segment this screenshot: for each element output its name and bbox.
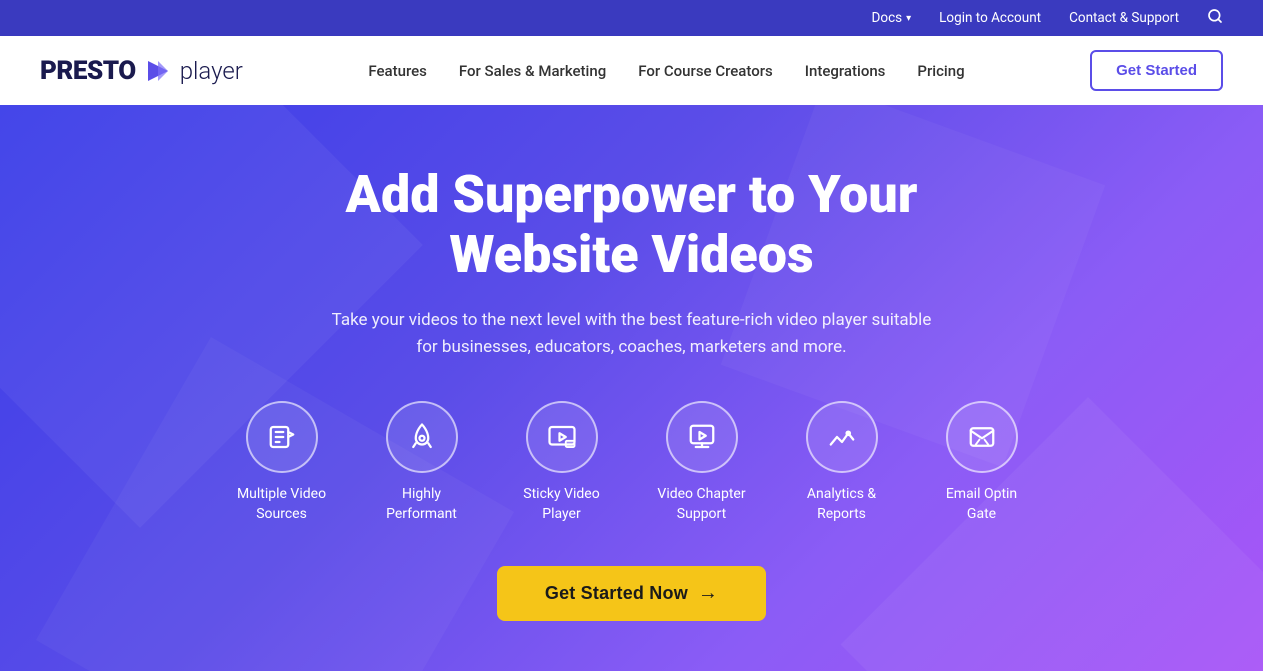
features-row: Multiple VideoSources HighlyPerformant — [212, 401, 1052, 524]
feature-chapter: Video ChapterSupport — [632, 401, 772, 524]
chapter-icon — [687, 422, 717, 452]
nav-item-course[interactable]: For Course Creators — [638, 61, 773, 80]
logo-player-text: player — [180, 57, 243, 85]
nav-features-link[interactable]: Features — [368, 62, 426, 80]
video-sources-icon-circle — [246, 401, 318, 473]
nav-pricing-link[interactable]: Pricing — [917, 62, 964, 80]
cta-arrow-icon: → — [698, 582, 718, 605]
feature-performant: HighlyPerformant — [352, 401, 492, 524]
nav-item-pricing[interactable]: Pricing — [917, 61, 964, 80]
video-sources-icon — [267, 422, 297, 452]
hero-title: Add Superpower to Your Website Videos — [212, 165, 1052, 285]
analytics-icon-circle — [806, 401, 878, 473]
sticky-icon — [547, 422, 577, 452]
get-started-button[interactable]: Get Started — [1090, 50, 1223, 91]
nav-links: Features For Sales & Marketing For Cours… — [368, 61, 964, 80]
hero-title-line1: Add Superpower to Your — [346, 164, 918, 225]
nav-item-sales[interactable]: For Sales & Marketing — [459, 61, 606, 80]
sticky-icon-circle — [526, 401, 598, 473]
chevron-down-icon: ▾ — [906, 13, 911, 24]
analytics-icon — [827, 422, 857, 452]
logo[interactable]: PRESTO player — [40, 56, 243, 86]
email-label: Email OptinGate — [946, 485, 1017, 524]
email-icon-circle — [946, 401, 1018, 473]
feature-analytics: Analytics &Reports — [772, 401, 912, 524]
cta-get-started-button[interactable]: Get Started Now → — [497, 566, 766, 621]
rocket-icon — [407, 422, 437, 452]
performant-icon-circle — [386, 401, 458, 473]
login-link[interactable]: Login to Account — [939, 10, 1041, 26]
nav-course-link[interactable]: For Course Creators — [638, 62, 773, 80]
search-icon[interactable] — [1207, 8, 1223, 28]
docs-menu[interactable]: Docs ▾ — [872, 10, 912, 26]
nav-sales-link[interactable]: For Sales & Marketing — [459, 62, 606, 80]
feature-email: Email OptinGate — [912, 401, 1052, 524]
feature-sticky: Sticky VideoPlayer — [492, 401, 632, 524]
nav-item-features[interactable]: Features — [368, 61, 426, 80]
nav-integrations-link[interactable]: Integrations — [805, 62, 886, 80]
hero-subtitle: Take your videos to the next level with … — [332, 307, 932, 361]
video-sources-label: Multiple VideoSources — [237, 485, 326, 524]
nav-item-integrations[interactable]: Integrations — [805, 61, 886, 80]
performant-label: HighlyPerformant — [386, 485, 457, 524]
hero-content: Add Superpower to Your Website Videos Ta… — [212, 165, 1052, 621]
logo-icon — [144, 57, 172, 85]
cta-label: Get Started Now — [545, 583, 688, 604]
logo-presto-text: PRESTO — [40, 56, 136, 86]
top-bar: Docs ▾ Login to Account Contact & Suppor… — [0, 0, 1263, 36]
analytics-label: Analytics &Reports — [807, 485, 876, 524]
docs-label: Docs — [872, 10, 903, 26]
email-icon — [967, 422, 997, 452]
chapter-label: Video ChapterSupport — [657, 485, 745, 524]
sticky-label: Sticky VideoPlayer — [523, 485, 599, 524]
contact-link[interactable]: Contact & Support — [1069, 10, 1179, 26]
hero-title-line2: Website Videos — [449, 224, 813, 285]
chapter-icon-circle — [666, 401, 738, 473]
feature-video-sources: Multiple VideoSources — [212, 401, 352, 524]
navbar: PRESTO player Features For Sales & Marke… — [0, 36, 1263, 105]
hero-section: Add Superpower to Your Website Videos Ta… — [0, 105, 1263, 671]
